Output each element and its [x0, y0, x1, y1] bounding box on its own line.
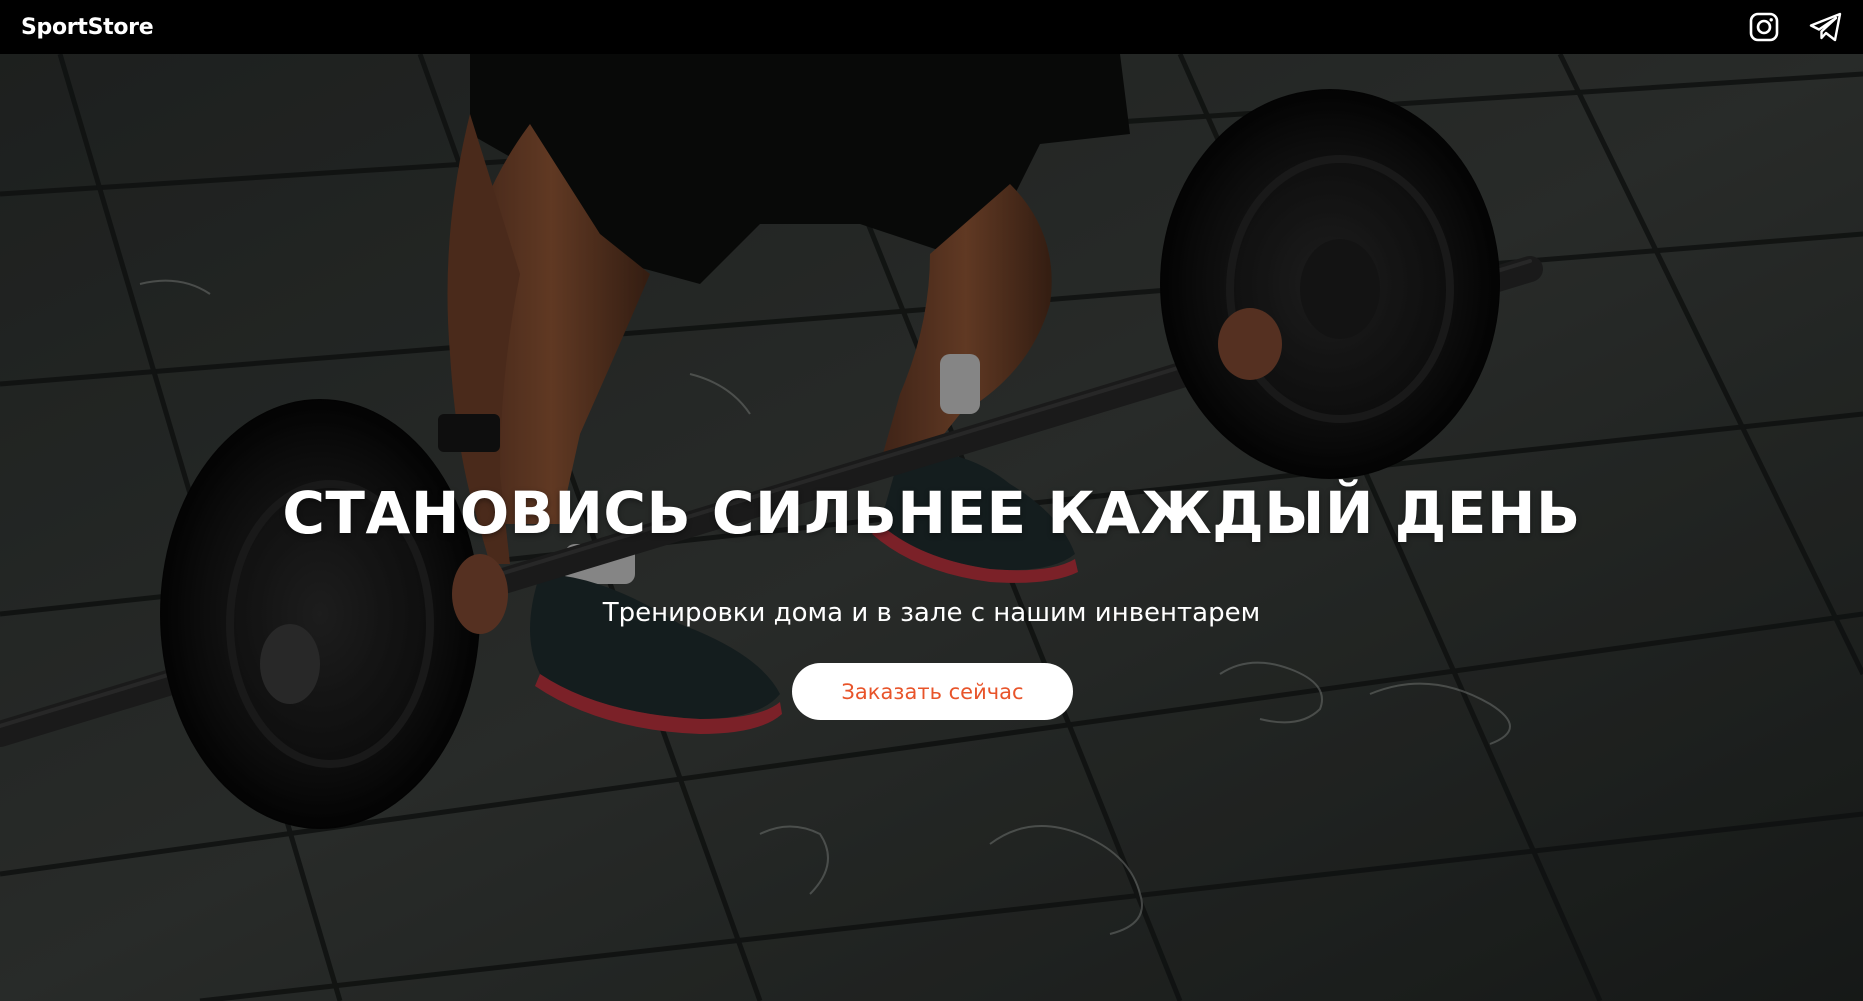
instagram-icon: [1749, 12, 1779, 42]
page: SportStore СТАНОВИСЬ СИЛЬНЕЕ КАЖДЫЙ ДЕНЬ…: [0, 0, 1863, 1001]
hero-title: СТАНОВИСЬ СИЛЬНЕЕ КАЖДЫЙ ДЕНЬ: [282, 479, 1581, 547]
order-now-button[interactable]: Заказать сейчас: [792, 663, 1073, 720]
hero-section: СТАНОВИСЬ СИЛЬНЕЕ КАЖДЫЙ ДЕНЬ Тренировки…: [0, 54, 1863, 1001]
hero-subtitle: Тренировки дома и в зале с нашим инвента…: [602, 598, 1261, 628]
instagram-link[interactable]: [1747, 10, 1781, 44]
hero-content: СТАНОВИСЬ СИЛЬНЕЕ КАЖДЫЙ ДЕНЬ Тренировки…: [0, 54, 1863, 1001]
site-header: SportStore: [0, 0, 1863, 54]
telegram-link[interactable]: [1809, 10, 1843, 44]
site-logo[interactable]: SportStore: [21, 15, 154, 40]
telegram-icon: [1809, 12, 1842, 42]
social-links: [1747, 10, 1843, 44]
